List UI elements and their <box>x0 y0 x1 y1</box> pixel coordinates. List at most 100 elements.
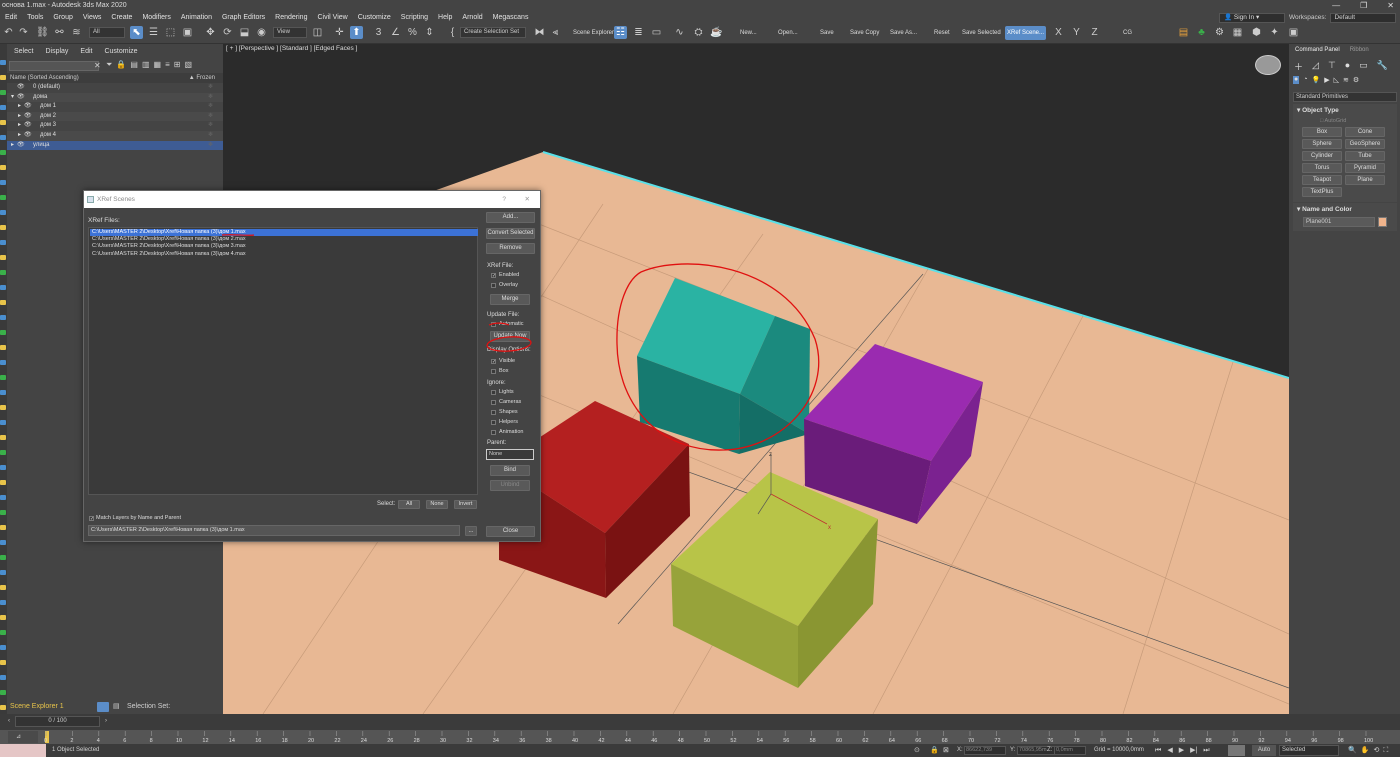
scene-search-input[interactable] <box>9 61 99 71</box>
name-column-header[interactable]: Name (Sorted Ascending) <box>10 75 79 81</box>
x-coord-field[interactable]: 86622,739 <box>964 746 1006 755</box>
left-strip-icon[interactable] <box>0 150 6 155</box>
set-key-icon[interactable] <box>1228 745 1245 756</box>
scene-tree-row[interactable]: ▾ 👁 дома ❄ <box>7 92 223 103</box>
tab-display[interactable]: Display <box>45 48 68 55</box>
visibility-eye-icon[interactable]: 👁 <box>17 83 25 93</box>
maximize-viewport-icon[interactable]: ⛶ <box>1383 744 1388 757</box>
mini-curve-editor-icon[interactable]: ⊿ <box>8 731 38 743</box>
frozen-icon[interactable]: ❄ <box>208 121 213 131</box>
ribbon-icon[interactable]: ▭ <box>650 26 663 39</box>
selection-filter-dropdown[interactable]: All <box>89 27 125 38</box>
spacewarps-icon[interactable]: ≋ <box>1343 76 1349 84</box>
menu-edit[interactable]: Edit <box>0 12 22 23</box>
menu-graph-editors[interactable]: Graph Editors <box>217 12 270 23</box>
tool-icon-3[interactable]: ⬢ <box>1250 26 1263 39</box>
tab-ribbon[interactable]: Ribbon <box>1345 44 1374 56</box>
visibility-eye-icon[interactable]: 👁 <box>24 121 32 131</box>
tab-command-panel[interactable]: Command Panel <box>1290 44 1345 56</box>
category-dropdown[interactable]: Standard Primitives <box>1293 92 1397 102</box>
pivot-center-icon[interactable]: ◫ <box>311 26 324 39</box>
left-strip-icon[interactable] <box>0 180 6 185</box>
autogrid-checkbox[interactable]: □ AutoGrid <box>1320 118 1346 124</box>
menu-animation[interactable]: Animation <box>176 12 217 23</box>
left-strip-icon[interactable] <box>0 60 6 65</box>
scene-tree-row[interactable]: ▸ 👁 дом 4 ❄ <box>7 131 223 141</box>
tab-select[interactable]: Select <box>14 48 33 55</box>
selection-lock-icon[interactable]: 🔒 <box>930 744 939 757</box>
time-slider-prev-icon[interactable]: ‹ <box>8 717 10 726</box>
display-tab-icon[interactable]: ▭ <box>1359 60 1368 73</box>
left-strip-icon[interactable] <box>0 570 6 575</box>
utilities-tab-icon[interactable]: 🔧 <box>1377 60 1388 73</box>
left-strip-icon[interactable] <box>0 270 6 275</box>
lights-icon[interactable]: 💡 <box>1311 76 1320 84</box>
bind-spacewarp-icon[interactable]: ≋ <box>70 26 83 39</box>
sx-lock-icon[interactable]: 🔒 <box>116 60 126 70</box>
script-icon[interactable]: ▤ <box>1177 26 1190 39</box>
expand-toggle-icon[interactable]: ▸ <box>11 141 14 151</box>
left-strip-icon[interactable] <box>0 225 6 230</box>
window-crossing-icon[interactable]: ▣ <box>181 26 194 39</box>
systems-icon[interactable]: ⚙ <box>1353 76 1359 84</box>
left-strip-icon[interactable] <box>0 285 6 290</box>
left-strip-icon[interactable] <box>0 405 6 410</box>
frozen-icon[interactable]: ❄ <box>208 93 213 103</box>
select-by-name-icon[interactable]: ☰ <box>147 26 160 39</box>
primitive-tube-button[interactable]: Tube <box>1345 151 1385 161</box>
menu-customize[interactable]: Customize <box>353 12 396 23</box>
left-strip-icon[interactable] <box>0 660 6 665</box>
left-strip-icon[interactable] <box>0 495 6 500</box>
sx-tool-icon-3[interactable]: ▦ <box>154 60 162 70</box>
scene-tree-row[interactable]: ▸ 👁 дом 1 ❄ <box>7 102 223 112</box>
rect-selection-icon[interactable]: ⬚ <box>164 26 177 39</box>
cameras-icon[interactable]: ▶ <box>1324 76 1329 84</box>
redo-icon[interactable]: ↷ <box>17 26 30 39</box>
z-coord-field[interactable]: 0,0mm <box>1054 746 1086 755</box>
hierarchy-tab-icon[interactable]: ⊤ <box>1328 60 1336 73</box>
material-editor-icon[interactable]: ⛭ <box>692 26 705 39</box>
expand-toggle-icon[interactable]: ▸ <box>18 102 21 112</box>
geometry-icon[interactable]: ● <box>1293 76 1300 84</box>
layer-explorer-toggle-icon[interactable] <box>97 702 109 712</box>
visibility-eye-icon[interactable]: 👁 <box>24 112 32 122</box>
cg-button[interactable]: CG <box>1121 26 1134 40</box>
absolute-mode-icon[interactable]: ⊠ <box>943 744 949 757</box>
isolate-icon[interactable]: ⊙ <box>914 744 920 757</box>
menu-scripting[interactable]: Scripting <box>396 12 433 23</box>
left-strip-icon[interactable] <box>0 120 6 125</box>
select-object-icon[interactable]: ⬉ <box>130 26 143 39</box>
visibility-eye-icon[interactable]: 👁 <box>24 102 32 112</box>
frozen-icon[interactable]: ❄ <box>208 102 213 112</box>
reference-coordinate-dropdown[interactable]: View <box>273 27 307 38</box>
scene-explorer-name[interactable]: Scene Explorer 1 <box>10 700 64 714</box>
left-strip-icon[interactable] <box>0 615 6 620</box>
time-slider[interactable]: ‹ 0 / 100 › <box>8 716 107 727</box>
primitive-pyramid-button[interactable]: Pyramid <box>1345 163 1385 173</box>
left-strip-icon[interactable] <box>0 210 6 215</box>
link-icon[interactable]: ⛓ <box>36 26 49 39</box>
axis-z-button[interactable]: Z <box>1088 26 1101 39</box>
y-coord-field[interactable]: 70865,95m <box>1017 746 1059 755</box>
sx-tool-icon-5[interactable]: ⊞ <box>174 60 181 70</box>
clear-search-icon[interactable]: ✕ <box>94 61 101 70</box>
expand-toggle-icon[interactable]: ▸ <box>18 131 21 141</box>
expand-toggle-icon[interactable]: ▸ <box>18 121 21 131</box>
expand-toggle-icon[interactable]: ▸ <box>18 112 21 122</box>
curve-editor-icon[interactable]: ∿ <box>673 26 686 39</box>
left-strip-icon[interactable] <box>0 240 6 245</box>
menu-rendering[interactable]: Rendering <box>270 12 312 23</box>
left-strip-icon[interactable] <box>0 465 6 470</box>
percent-snap-icon[interactable]: % <box>406 26 419 39</box>
tool-icon-2[interactable]: ▦ <box>1231 26 1244 39</box>
primitive-box-button[interactable]: Box <box>1302 127 1342 137</box>
frozen-icon[interactable]: ❄ <box>208 141 213 151</box>
left-strip-icon[interactable] <box>0 300 6 305</box>
menu-civil-view[interactable]: Civil View <box>312 12 352 23</box>
orbit-icon[interactable]: ⟲ <box>1373 744 1379 757</box>
align-icon[interactable]: ⫷ <box>549 26 562 39</box>
render-setup-icon[interactable]: ☕ <box>710 26 723 39</box>
axis-y-button[interactable]: Y <box>1070 26 1083 39</box>
tool-icon-1[interactable]: ⚙ <box>1213 26 1226 39</box>
scene-tree-row[interactable]: ▸ 👁 дом 2 ❄ <box>7 111 223 122</box>
